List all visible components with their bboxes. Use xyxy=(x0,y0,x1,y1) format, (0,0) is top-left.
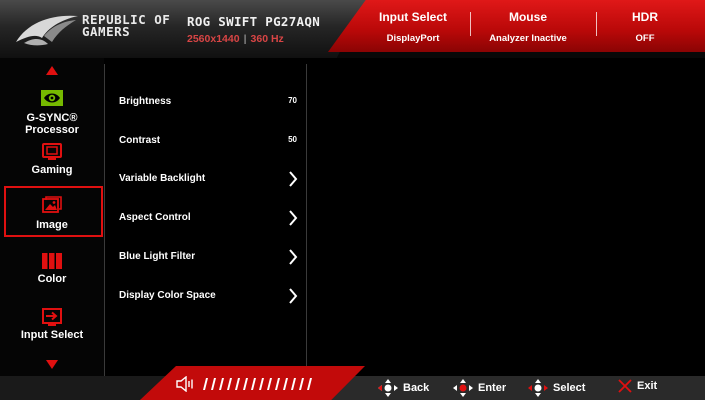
resolution-info: 2560x1440 | 360 Hz xyxy=(187,33,284,45)
sidebar-item-gaming[interactable]: Gaming xyxy=(0,143,104,176)
dpad-press-icon xyxy=(453,379,473,397)
menu-item-blue-light-filter[interactable]: Blue Light Filter xyxy=(119,248,305,268)
scroll-up-arrow-icon[interactable] xyxy=(46,66,58,75)
image-icon xyxy=(42,196,62,213)
sidebar-item-label: Input Select xyxy=(20,329,84,341)
hint-label: Back xyxy=(403,382,430,394)
chevron-right-icon xyxy=(289,171,298,187)
sidebar-item-label: Gaming xyxy=(31,164,73,176)
menu-item-label: Blue Light Filter xyxy=(119,251,196,262)
dpad-left-icon xyxy=(378,379,398,397)
gaming-monitor-icon xyxy=(42,143,62,160)
chevron-right-icon xyxy=(289,210,298,226)
status-mouse: Mouse Analyzer Inactive xyxy=(473,10,583,44)
status-label: Input Select xyxy=(378,10,447,24)
status-divider xyxy=(470,12,471,36)
hint-label: Select xyxy=(553,382,586,394)
sidebar-item-label: G-SYNC® xyxy=(26,112,78,124)
hint-label: Enter xyxy=(478,382,507,394)
refresh-rate-value: 360 Hz xyxy=(250,33,284,45)
volume-level-bar[interactable] xyxy=(200,378,312,390)
hint-enter[interactable]: Enter xyxy=(453,379,506,397)
hint-select[interactable]: Select xyxy=(528,379,585,397)
status-value: DisplayPort xyxy=(386,33,440,44)
dpad-horizontal-icon xyxy=(528,379,548,397)
sidebar-item-label: Color xyxy=(37,273,67,285)
hint-label: Exit xyxy=(637,380,658,392)
status-label: HDR xyxy=(632,10,658,24)
chevron-right-icon xyxy=(289,288,298,304)
menu-item-label: Variable Backlight xyxy=(119,173,206,184)
menu-item-label: Contrast xyxy=(119,135,161,146)
resolution-value: 2560x1440 xyxy=(187,33,240,45)
color-bars-icon xyxy=(42,253,62,269)
menu-divider xyxy=(306,64,307,376)
sidebar-item-gsync-processor[interactable]: G-SYNC® Processor xyxy=(0,90,104,136)
sidebar-item-color[interactable]: Color xyxy=(0,252,104,285)
menu-item-contrast[interactable]: Contrast 50 xyxy=(119,132,305,152)
scroll-down-arrow-icon[interactable] xyxy=(46,360,58,369)
sidebar-divider xyxy=(104,64,105,376)
nvidia-eye-icon xyxy=(41,90,63,106)
hint-exit[interactable]: Exit xyxy=(618,379,657,393)
status-value: OFF xyxy=(635,33,655,44)
speaker-icon[interactable] xyxy=(175,376,195,392)
model-name: ROG SWIFT PG27AQN xyxy=(187,14,321,29)
menu-item-brightness[interactable]: Brightness 70 xyxy=(119,93,305,113)
menu-item-label: Brightness xyxy=(119,96,172,107)
brand-text: REPUBLIC OF GAMERS xyxy=(82,13,170,39)
menu-item-label: Display Color Space xyxy=(119,290,216,301)
menu-item-variable-backlight[interactable]: Variable Backlight xyxy=(119,170,305,190)
chevron-right-icon xyxy=(289,249,298,265)
status-label: Mouse xyxy=(508,10,547,24)
input-arrow-icon xyxy=(42,308,62,326)
status-input-select: Input Select DisplayPort xyxy=(358,10,468,44)
sidebar-item-label: Image xyxy=(36,219,68,231)
status-value: Analyzer Inactive xyxy=(489,33,567,44)
rog-eye-logo-icon xyxy=(16,15,78,46)
menu-item-value: 50 xyxy=(288,135,297,144)
menu-item-aspect-control[interactable]: Aspect Control xyxy=(119,209,305,229)
sidebar-item-input-select[interactable]: Input Select xyxy=(0,308,104,341)
sidebar-item-label: Processor xyxy=(25,124,79,136)
hint-back[interactable]: Back xyxy=(378,379,429,397)
menu-item-display-color-space[interactable]: Display Color Space xyxy=(119,287,305,307)
menu-item-value: 70 xyxy=(288,96,297,105)
brand-line-2: GAMERS xyxy=(82,24,131,39)
status-hdr: HDR OFF xyxy=(590,10,700,44)
menu-item-label: Aspect Control xyxy=(119,212,191,223)
close-x-icon xyxy=(618,379,632,393)
sidebar-item-image[interactable]: Image xyxy=(0,196,104,231)
